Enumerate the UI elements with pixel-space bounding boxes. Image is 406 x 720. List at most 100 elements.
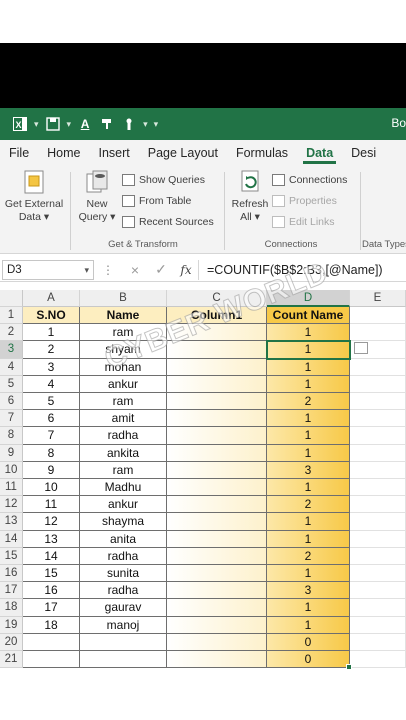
select-all-corner[interactable] bbox=[0, 290, 23, 307]
table-cell[interactable] bbox=[167, 651, 267, 669]
table-cell[interactable] bbox=[80, 633, 167, 651]
row-header-12[interactable]: 12 bbox=[0, 496, 23, 514]
table-cell[interactable]: 1 bbox=[267, 479, 350, 497]
row-header-4[interactable]: 4 bbox=[0, 358, 23, 376]
row-header-11[interactable]: 11 bbox=[0, 479, 23, 497]
table-cell[interactable]: Madhu bbox=[80, 479, 167, 497]
name-box[interactable]: D3 ▾ bbox=[2, 259, 94, 280]
row-header-8[interactable]: 8 bbox=[0, 427, 23, 445]
table-cell[interactable] bbox=[167, 358, 267, 376]
touch-mode-icon[interactable] bbox=[121, 116, 137, 132]
chevron-down-icon[interactable]: ▾ bbox=[67, 119, 72, 130]
row-header-1[interactable]: 1 bbox=[0, 307, 23, 325]
empty-cell[interactable] bbox=[350, 530, 406, 548]
table-cell[interactable] bbox=[167, 633, 267, 651]
row-header-7[interactable]: 7 bbox=[0, 410, 23, 428]
empty-cell[interactable] bbox=[350, 599, 406, 617]
more-options-icon[interactable]: ⋮ bbox=[94, 263, 122, 277]
table-cell[interactable]: 4 bbox=[23, 375, 80, 393]
table-cell[interactable]: ram bbox=[80, 393, 167, 411]
table-cell[interactable] bbox=[167, 444, 267, 462]
table-cell[interactable]: 11 bbox=[23, 496, 80, 514]
table-cell[interactable]: 8 bbox=[23, 444, 80, 462]
table-cell[interactable]: ram bbox=[80, 461, 167, 479]
table-cell[interactable]: 1 bbox=[267, 358, 350, 376]
customize-toolbar-icon[interactable]: ▾ bbox=[154, 119, 159, 130]
row-header-19[interactable]: 19 bbox=[0, 616, 23, 634]
table-cell[interactable]: shayma bbox=[80, 513, 167, 531]
empty-cell[interactable] bbox=[350, 633, 406, 651]
empty-cell[interactable] bbox=[350, 479, 406, 497]
table-cell[interactable]: 2 bbox=[267, 496, 350, 514]
table-cell[interactable]: ram bbox=[80, 324, 167, 342]
table-cell[interactable]: sunita bbox=[80, 565, 167, 583]
table-cell[interactable]: 12 bbox=[23, 513, 80, 531]
connections-button[interactable]: Connections bbox=[272, 174, 347, 186]
tab-file[interactable]: File bbox=[0, 140, 38, 166]
table-cell[interactable]: 1 bbox=[267, 410, 350, 428]
row-header-15[interactable]: 15 bbox=[0, 547, 23, 565]
table-cell[interactable]: radha bbox=[80, 547, 167, 565]
table-header-cell[interactable]: Count Name bbox=[267, 307, 350, 325]
font-color-icon[interactable]: A bbox=[77, 116, 93, 132]
fill-handle[interactable] bbox=[346, 664, 352, 671]
empty-cell[interactable] bbox=[350, 565, 406, 583]
table-cell[interactable] bbox=[167, 565, 267, 583]
empty-cell[interactable] bbox=[350, 410, 406, 428]
table-cell[interactable] bbox=[167, 461, 267, 479]
table-cell[interactable]: 17 bbox=[23, 599, 80, 617]
format-painter-icon[interactable] bbox=[99, 116, 115, 132]
table-cell[interactable]: 1 bbox=[267, 599, 350, 617]
table-cell[interactable]: ankur bbox=[80, 375, 167, 393]
empty-cell[interactable] bbox=[350, 307, 406, 325]
empty-cell[interactable] bbox=[350, 651, 406, 669]
empty-cell[interactable] bbox=[350, 375, 406, 393]
table-cell[interactable] bbox=[167, 513, 267, 531]
table-header-cell[interactable]: Column1 bbox=[167, 307, 267, 325]
empty-cell[interactable] bbox=[350, 547, 406, 565]
table-cell[interactable] bbox=[167, 547, 267, 565]
from-table-button[interactable]: From Table bbox=[122, 195, 191, 207]
cancel-icon[interactable]: × bbox=[122, 262, 148, 278]
row-header-5[interactable]: 5 bbox=[0, 375, 23, 393]
table-cell[interactable]: 6 bbox=[23, 410, 80, 428]
tab-insert[interactable]: Insert bbox=[90, 140, 139, 166]
table-cell[interactable]: 16 bbox=[23, 582, 80, 600]
save-icon[interactable] bbox=[45, 116, 61, 132]
row-header-3[interactable]: 3 bbox=[0, 341, 23, 359]
tab-data[interactable]: Data bbox=[297, 140, 342, 166]
table-cell[interactable]: 3 bbox=[267, 582, 350, 600]
table-cell[interactable] bbox=[23, 633, 80, 651]
show-queries-button[interactable]: Show Queries bbox=[122, 174, 205, 186]
table-cell[interactable] bbox=[167, 599, 267, 617]
empty-cell[interactable] bbox=[350, 513, 406, 531]
table-cell[interactable]: manoj bbox=[80, 616, 167, 634]
formula-input[interactable]: =COUNTIF($B$2:B3,[@Name]) bbox=[198, 259, 383, 280]
tab-formulas[interactable]: Formulas bbox=[227, 140, 297, 166]
column-header-b[interactable]: B bbox=[80, 290, 167, 307]
table-cell[interactable]: amit bbox=[80, 410, 167, 428]
row-header-13[interactable]: 13 bbox=[0, 513, 23, 531]
table-cell[interactable]: 1 bbox=[267, 530, 350, 548]
column-header-a[interactable]: A bbox=[23, 290, 80, 307]
table-cell[interactable]: 7 bbox=[23, 427, 80, 445]
tab-home[interactable]: Home bbox=[38, 140, 89, 166]
column-header-c[interactable]: C bbox=[167, 290, 267, 307]
tab-design[interactable]: Desi bbox=[342, 140, 385, 166]
table-cell[interactable]: 1 bbox=[267, 324, 350, 342]
table-cell[interactable] bbox=[167, 375, 267, 393]
table-cell[interactable]: 18 bbox=[23, 616, 80, 634]
table-cell[interactable] bbox=[80, 651, 167, 669]
table-cell[interactable] bbox=[167, 616, 267, 634]
table-cell[interactable]: 9 bbox=[23, 461, 80, 479]
table-cell[interactable]: 15 bbox=[23, 565, 80, 583]
empty-cell[interactable] bbox=[350, 496, 406, 514]
tab-page-layout[interactable]: Page Layout bbox=[139, 140, 227, 166]
row-header-10[interactable]: 10 bbox=[0, 461, 23, 479]
empty-cell[interactable] bbox=[350, 616, 406, 634]
refresh-all-button[interactable]: Refresh All ▾ bbox=[228, 168, 272, 224]
table-cell[interactable]: 5 bbox=[23, 393, 80, 411]
edit-links-button[interactable]: Edit Links bbox=[272, 216, 335, 228]
table-cell[interactable]: shyam bbox=[80, 341, 167, 359]
table-cell[interactable]: 0 bbox=[267, 651, 350, 669]
